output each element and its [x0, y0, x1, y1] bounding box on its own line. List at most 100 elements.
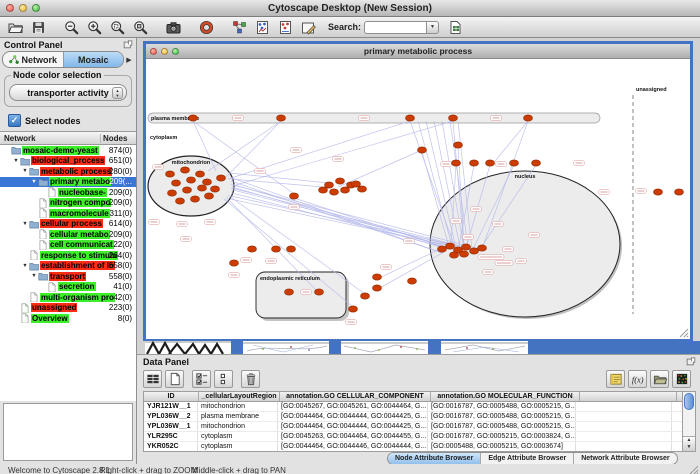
delete-attribute-icon: [244, 372, 258, 386]
tab-edge-attribute-browser[interactable]: Edge Attribute Browser: [481, 453, 574, 464]
zoom-fit-icon: [110, 20, 125, 35]
zoom-fit-button[interactable]: [107, 18, 128, 36]
search-dropdown-button[interactable]: ▼: [426, 21, 439, 34]
node-color-combobox[interactable]: transporter activity ▲▼: [9, 84, 127, 101]
graph-node: [205, 193, 214, 199]
background-window-corner: [329, 341, 341, 354]
tab-network[interactable]: Network: [3, 52, 64, 67]
tree-item-mosaic-demo-yeast[interactable]: mosaic-demo-yeast874(0): [0, 145, 136, 156]
column-header-_cellularLayoutRegion[interactable]: _cellularLayoutRegion: [199, 392, 280, 401]
tree-item-unassigned[interactable]: unassigned223(0): [0, 303, 136, 314]
help-button[interactable]: [196, 18, 217, 36]
window-resize-grip[interactable]: [689, 465, 699, 474]
tree-item-macromolecule[interactable]: macromolecule311(0): [0, 208, 136, 219]
graph-node: [438, 246, 447, 252]
matrix-button[interactable]: [672, 370, 691, 388]
float-panel-icon[interactable]: [123, 39, 133, 51]
tree-item-cellular-metabo[interactable]: cellular metabo209(0): [0, 229, 136, 240]
select-nodes-checkbox[interactable]: ✓: [8, 114, 21, 127]
tree-item-transport[interactable]: ▼transport558(0): [0, 271, 136, 282]
table-row[interactable]: YLR295Ccytoplasm[GO:0045263, GO:0044464,…: [144, 432, 682, 442]
tree-item-count: 209(0): [109, 230, 132, 239]
tree-item-secretion[interactable]: secretion41(0): [0, 282, 136, 293]
node-attributes-button[interactable]: [252, 18, 273, 36]
new-attribute-page-button[interactable]: [165, 370, 184, 388]
tree-item-count: 558(0): [109, 261, 132, 270]
tree-item-label: transport: [49, 272, 86, 281]
zoom-region-button[interactable]: [130, 18, 151, 36]
tree-item-cell-communicat[interactable]: cell communicat22(0): [0, 240, 136, 251]
table-cell: [576, 442, 672, 451]
canvas-resize-grip[interactable]: [679, 328, 689, 338]
background-window-slice: [341, 341, 428, 354]
disclosure-triangle-icon[interactable]: ▼: [21, 168, 29, 174]
window-titlebar: Cytoscape Desktop (New Session): [0, 0, 700, 17]
column-header-annotation.GO MOLECULAR_FUNCTION[interactable]: annotation.GO MOLECULAR_FUNCTION: [431, 392, 580, 401]
select-nodes-row: ✓ Select nodes: [8, 114, 130, 127]
new-attribute-button[interactable]: [445, 18, 466, 36]
snapshot-button[interactable]: [163, 18, 184, 36]
tab-network-attribute-browser[interactable]: Network Attribute Browser: [574, 453, 676, 464]
disclosure-triangle-icon[interactable]: ▼: [12, 158, 20, 164]
delete-attribute-button[interactable]: [241, 370, 260, 388]
tab-node-attribute-browser[interactable]: Node Attribute Browser: [388, 453, 481, 464]
table-cell: [GO:0045263, GO:0044464, GO:0044455, G..…: [278, 432, 428, 441]
table-row[interactable]: YPL036W__1mitochondrion[GO:0044464, GO:0…: [144, 422, 682, 432]
disclosure-triangle-icon[interactable]: ▼: [30, 179, 38, 185]
zoom-in-button[interactable]: [84, 18, 105, 36]
tree-item-cellular-process[interactable]: ▼cellular process614(0): [0, 219, 136, 230]
tree-item-biological-process[interactable]: ▼biological_process651(0): [0, 156, 136, 167]
tab-mosaic[interactable]: Mosaic: [64, 52, 124, 67]
column-header-annotation.GO CELLULAR_COMPONENT[interactable]: annotation.GO CELLULAR_COMPONENT: [280, 392, 431, 401]
graph-edge: [410, 121, 454, 245]
table-row[interactable]: YKR052Ccytoplasm[GO:0044464, GO:0044446,…: [144, 442, 682, 452]
graph-node: [361, 293, 370, 299]
notes-button[interactable]: [606, 370, 625, 388]
svg-text:f(x): f(x): [631, 375, 643, 384]
column-header-spacer[interactable]: [580, 392, 677, 401]
main-toolbar: Search: ▼: [0, 17, 700, 38]
tree-item-nitrogen-compo[interactable]: nitrogen compo209(0): [0, 198, 136, 209]
table-row[interactable]: YPL036W__2plasma membrane[GO:0044464, GO…: [144, 412, 682, 422]
table-cell: [GO:0044464, GO:0044446, GO:0044444, G..…: [278, 442, 428, 451]
tab-scroll-right-icon[interactable]: ▶: [124, 56, 134, 64]
disclosure-triangle-icon[interactable]: ▼: [21, 263, 29, 269]
disclosure-triangle-icon[interactable]: ▼: [21, 221, 29, 227]
import-attributes-button[interactable]: [650, 370, 669, 388]
tree-header-network[interactable]: Network: [0, 134, 100, 143]
network-view-titlebar[interactable]: primary metabolic process: [146, 44, 690, 59]
unselect-attributes-button[interactable]: [214, 370, 233, 388]
graph-node: [272, 246, 281, 252]
column-header-ID[interactable]: ID: [144, 392, 199, 401]
edge-attributes-button[interactable]: [275, 18, 296, 36]
tree-item-multi-organism-pro[interactable]: multi-organism pro42(0): [0, 292, 136, 303]
tree-item-response-to-stimulu[interactable]: response to stimulu264(0): [0, 250, 136, 261]
annotation-button[interactable]: [298, 18, 319, 36]
tree-item-nucleobase-[interactable]: nucleobase-209(0): [0, 187, 136, 198]
vizmapper-button[interactable]: [229, 18, 250, 36]
save-button[interactable]: [28, 18, 49, 36]
zoom-out-button[interactable]: [61, 18, 82, 36]
tree-item-establishment-of-lo[interactable]: ▼establishment of lo558(0): [0, 261, 136, 272]
float-data-panel-icon[interactable]: [686, 356, 696, 368]
disclosure-triangle-icon[interactable]: ▼: [30, 273, 38, 279]
tree-item-overview[interactable]: Overview8(0): [0, 313, 136, 324]
search-input[interactable]: [364, 21, 426, 34]
node-attributes-icon: [255, 20, 270, 35]
tree-item-count: 209(0): [109, 198, 132, 207]
network-canvas[interactable]: plasma membranecytoplasmmitochondrionnuc…: [146, 59, 690, 339]
table-row[interactable]: YJR121W__1mitochondrion[GO:0045267, GO:0…: [144, 402, 682, 412]
open-button[interactable]: [5, 18, 26, 36]
tree-header-nodes[interactable]: Nodes: [100, 134, 136, 143]
birds-eye-view[interactable]: [3, 403, 133, 461]
tree-item-primary-metabo[interactable]: ▼primary metabo209(...: [0, 177, 136, 188]
formula-button[interactable]: f(x): [628, 370, 647, 388]
tree-item-metabolic-process[interactable]: ▼metabolic process280(0): [0, 166, 136, 177]
attribute-grid-button[interactable]: [143, 370, 162, 388]
graph-node: [358, 186, 367, 192]
table-scrollbar[interactable]: ▲▼: [683, 391, 696, 452]
page-icon: [38, 198, 49, 208]
scrollbar-thumb[interactable]: [684, 393, 694, 410]
select-attributes-button[interactable]: [192, 370, 211, 388]
scrollbar-arrows[interactable]: ▲▼: [683, 436, 695, 451]
